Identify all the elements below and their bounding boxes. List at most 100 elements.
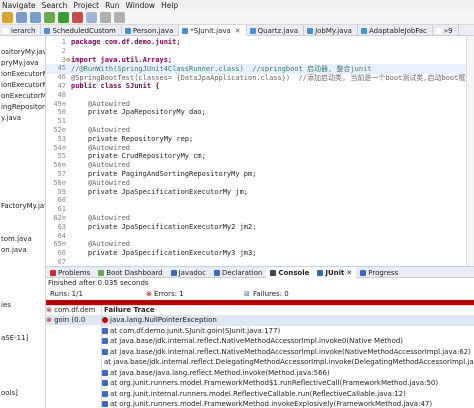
explorer-item[interactable] — [0, 366, 45, 377]
stack-frame-row[interactable]: at org.junit.internal.runners.model.Refl… — [102, 389, 474, 400]
explorer-item[interactable] — [0, 289, 45, 300]
stack-frame-icon — [102, 327, 108, 334]
explorer-item[interactable] — [0, 157, 45, 168]
view-icon — [213, 269, 220, 276]
explorer-item[interactable] — [0, 212, 45, 223]
stack-frame-row[interactable]: at org.junit.runners.model.FrameworkMeth… — [102, 378, 474, 389]
menu-item-project[interactable]: Project — [73, 1, 99, 10]
debug-icon[interactable] — [44, 11, 55, 23]
search-icon[interactable] — [86, 11, 97, 23]
line-number: 52⊖ — [53, 126, 66, 134]
explorer-item[interactable] — [0, 311, 45, 322]
explorer-item[interactable] — [0, 146, 45, 157]
line-number: 1 — [61, 38, 66, 46]
save-icon[interactable] — [16, 11, 27, 23]
stack-frame-icon — [102, 390, 108, 397]
trace-text: at com.df.demo.junit.SJunit.goin(SJunit.… — [110, 326, 281, 335]
menu-item-window[interactable]: Window — [125, 1, 155, 10]
explorer-item[interactable]: ionExecutorMy. — [0, 69, 45, 80]
explorer-item[interactable]: ies — [0, 300, 45, 311]
code-line: 67 — [46, 258, 466, 266]
explorer-item[interactable]: y.java — [0, 113, 45, 124]
explorer-item[interactable]: pryMy.java — [0, 58, 45, 69]
explorer-item[interactable] — [0, 124, 45, 135]
editor-tab-label: »9 — [443, 26, 453, 35]
line-number: 67 — [57, 258, 66, 266]
junit-test-tree[interactable]: ⊗ com.df.dem ⊗ goin (0.0 — [46, 305, 102, 408]
explorer-item[interactable]: ositoryMy.java — [0, 47, 45, 58]
back-icon[interactable] — [100, 11, 111, 23]
explorer-item[interactable] — [0, 322, 45, 333]
explorer-item[interactable] — [0, 168, 45, 179]
explorer-item[interactable] — [0, 190, 45, 201]
explorer-item[interactable]: onExecutorMy2 — [0, 91, 45, 102]
view-tab-progress[interactable]: Progress — [356, 267, 402, 278]
test-tree-item[interactable]: ⊗ com.df.dem — [46, 305, 101, 315]
line-number: 48 — [57, 90, 66, 99]
explorer-item[interactable]: FactoryMy.java — [0, 201, 45, 212]
view-tab-boot-dashboard[interactable]: Boot Dashboard — [94, 267, 166, 278]
stack-frame-row[interactable]: at java.base/jdk.internal.reflect.Native… — [102, 347, 474, 358]
explorer-item[interactable]: ools] — [0, 388, 45, 399]
code-text: import java.util.Arrays; — [71, 55, 173, 64]
stack-frame-row[interactable]: at com.df.demo.junit.SJunit.goin(SJunit.… — [102, 326, 474, 337]
line-number: 54⊖ — [53, 143, 66, 152]
editor-tab[interactable]: Quartz.java — [247, 25, 305, 36]
close-icon[interactable]: ✕ — [235, 27, 241, 35]
stop-icon[interactable] — [72, 11, 83, 23]
editor-tab[interactable]: JobMy.java — [304, 25, 358, 36]
stack-frame-row[interactable]: at java.base/java.lang.reflect.Method.in… — [102, 368, 474, 379]
line-number: 51 — [57, 117, 66, 126]
view-tab-problems[interactable]: Problems — [46, 267, 94, 278]
code-editor[interactable]: 1 package com.df.demo.junit; 2 3 ⊕ import jav… — [46, 36, 466, 266]
menu-item-run[interactable]: Run — [105, 1, 119, 10]
line-number: 63 — [57, 222, 66, 231]
explorer-item[interactable] — [0, 135, 45, 146]
test-tree-label: goin (0.0 — [54, 316, 86, 324]
close-icon[interactable]: ✕ — [346, 269, 352, 277]
explorer-item[interactable] — [0, 278, 45, 289]
editor-tab[interactable]: »9 — [433, 25, 459, 36]
editor-tab[interactable]: Person.java — [122, 25, 180, 36]
explorer-item[interactable] — [0, 223, 45, 234]
save-all-icon[interactable] — [30, 11, 41, 23]
view-tab-label: Javadoc — [178, 268, 206, 277]
code-text: public class SJunit { — [71, 82, 160, 90]
explorer-item[interactable] — [0, 377, 45, 388]
line-number: 62⊖ — [53, 214, 66, 222]
menu-item-navigate[interactable]: Navigate — [2, 1, 36, 10]
stack-frame-row[interactable]: at org.junit.runners.model.FrameworkMeth… — [102, 399, 474, 408]
explorer-item[interactable]: on.java — [0, 245, 45, 256]
code-text: private RepositoryMy rep; — [71, 134, 194, 143]
forward-icon[interactable] — [114, 11, 125, 23]
view-tab-junit[interactable]: JUnit ✕ — [313, 267, 357, 278]
test-tree-item[interactable]: ⊗ goin (0.0 — [46, 315, 101, 325]
stack-frame-row[interactable]: at java.base/jdk.internal.reflect.Native… — [102, 336, 474, 347]
explorer-item[interactable] — [0, 179, 45, 190]
explorer-item[interactable]: ionExecutorMy. — [0, 80, 45, 91]
view-tab-javadoc[interactable]: Javadoc — [167, 267, 210, 278]
editor-tab[interactable]: *SJunit.java ✕ — [179, 25, 247, 36]
editor-tab[interactable]: AdaptableJobFac — [358, 25, 433, 36]
explorer-item[interactable] — [0, 256, 45, 267]
explorer-item[interactable] — [0, 36, 45, 47]
editor-tab[interactable]: ierarch — [0, 25, 42, 36]
menu-item-help[interactable]: Help — [161, 1, 178, 10]
exception-row[interactable]: java.lang.NullPointerException — [102, 315, 474, 326]
explorer-item[interactable] — [0, 344, 45, 355]
toolbar — [0, 10, 474, 25]
explorer-item[interactable]: aSE-11] — [0, 333, 45, 344]
new-icon[interactable] — [2, 11, 13, 23]
run-icon[interactable] — [58, 11, 69, 23]
view-tab-console[interactable]: Console — [266, 267, 314, 278]
stack-frame-row[interactable]: at java.base/jdk.internal.reflect.Delega… — [102, 357, 474, 368]
view-tab-declaration[interactable]: Declaration — [210, 267, 266, 278]
editor-tab[interactable]: ScheduledCustom — [41, 25, 122, 36]
explorer-item[interactable]: tom.java — [0, 234, 45, 245]
explorer-item[interactable]: ingRepositoryM — [0, 102, 45, 113]
explorer-item[interactable] — [0, 355, 45, 366]
trace-text: at java.base/java.lang.reflect.Method.in… — [110, 368, 330, 377]
explorer-item[interactable] — [0, 267, 45, 278]
code-text: private JpaSpecificationExecutorMy3 jm3; — [71, 249, 257, 258]
menu-item-search[interactable]: Search — [42, 1, 68, 10]
